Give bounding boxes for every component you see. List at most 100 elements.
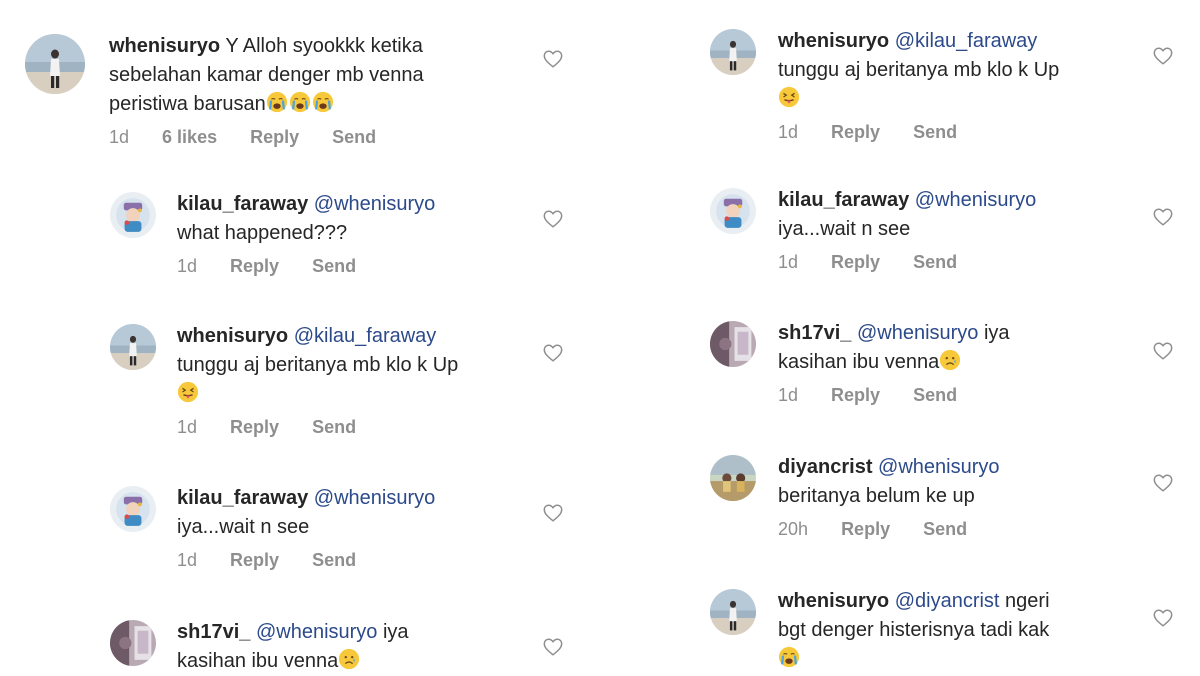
mention-link[interactable]: @diyancrist xyxy=(895,590,1000,612)
comment-meta: 1d Reply Send xyxy=(177,550,435,571)
reply-button[interactable]: Reply xyxy=(230,256,279,277)
crying-emoji-icon xyxy=(289,91,311,113)
avatar[interactable] xyxy=(710,321,756,367)
avatar[interactable] xyxy=(110,486,156,532)
comment-line: bgt denger histerisnya tadi kak xyxy=(778,619,1050,641)
username[interactable]: whenisuryo xyxy=(778,590,889,612)
comment-line: iya...wait n see xyxy=(778,218,911,240)
sad-emoji-icon xyxy=(939,349,961,371)
username[interactable]: whenisuryo xyxy=(177,325,288,347)
like-heart-icon[interactable] xyxy=(1152,472,1174,494)
comment-time: 1d xyxy=(778,385,799,405)
like-heart-icon[interactable] xyxy=(1152,340,1174,362)
comment-line: tunggu aj beritanya mb klo k Up xyxy=(177,354,459,376)
likes-count[interactable]: 6 likes xyxy=(162,127,217,148)
reply-button[interactable]: Reply xyxy=(831,122,880,143)
comments-column-right: whenisuryo @kilau_faraway tunggu aj beri… xyxy=(600,0,1200,675)
mention-link[interactable]: @whenisuryo xyxy=(314,487,435,509)
send-button[interactable]: Send xyxy=(312,417,356,438)
username[interactable]: sh17vi_ xyxy=(778,322,851,344)
comment-line: peristiwa barusan xyxy=(109,93,266,115)
comment-word: iya xyxy=(382,621,409,643)
comment-meta: 1d Reply Send xyxy=(177,417,458,438)
comment-word: iya xyxy=(983,322,1010,344)
avatar[interactable] xyxy=(25,34,85,94)
like-heart-icon[interactable] xyxy=(1152,607,1174,629)
comment-line: tunggu aj beritanya mb klo k Up xyxy=(778,59,1060,81)
reply-button[interactable]: Reply xyxy=(230,550,279,571)
comment-text: kilau_faraway @whenisuryo xyxy=(177,484,435,513)
comment-time: 1d xyxy=(778,122,799,142)
username[interactable]: whenisuryo xyxy=(778,30,889,52)
send-button[interactable]: Send xyxy=(913,385,957,406)
reply-button[interactable]: Reply xyxy=(841,519,890,540)
comment-meta: 1d Reply Send xyxy=(778,122,1059,143)
avatar[interactable] xyxy=(710,188,756,234)
avatar[interactable] xyxy=(710,589,756,635)
comment-line-with-emoji: kasihan ibu venna xyxy=(177,647,409,676)
comment-line: what happened??? xyxy=(177,222,348,244)
send-button[interactable]: Send xyxy=(312,550,356,571)
avatar[interactable] xyxy=(110,192,156,238)
comment-line-with-emoji: kasihan ibu venna xyxy=(778,348,1010,377)
mention-link[interactable]: @whenisuryo xyxy=(915,189,1036,211)
send-button[interactable]: Send xyxy=(913,122,957,143)
comment-time: 1d xyxy=(778,252,799,272)
username[interactable]: kilau_faraway xyxy=(778,189,909,211)
comment-text: sh17vi_ @whenisuryo iya xyxy=(778,319,1010,348)
like-heart-icon[interactable] xyxy=(1152,45,1174,67)
mention-link[interactable]: @whenisuryo xyxy=(857,322,978,344)
comment-text: kilau_faraway @whenisuryo xyxy=(778,186,1036,215)
comment-word: ngeri xyxy=(1005,590,1050,612)
reply-button[interactable]: Reply xyxy=(831,385,880,406)
reply-button[interactable]: Reply xyxy=(230,417,279,438)
comment-text: kilau_faraway @whenisuryo xyxy=(177,190,435,219)
comment-time: 1d xyxy=(109,127,130,147)
username[interactable]: kilau_faraway xyxy=(177,487,308,509)
username[interactable]: whenisuryo xyxy=(109,35,220,57)
mention-link[interactable]: @whenisuryo xyxy=(878,456,999,478)
username[interactable]: sh17vi_ xyxy=(177,621,250,643)
send-button[interactable]: Send xyxy=(913,252,957,273)
comment-meta: 1d 6 likes Reply Send xyxy=(109,127,424,148)
comment-text: diyancrist @whenisuryo xyxy=(778,453,1000,482)
comment-time: 1d xyxy=(177,550,198,570)
crying-emoji-icon xyxy=(312,91,334,113)
like-heart-icon[interactable] xyxy=(542,342,564,364)
comment-meta: 20h Reply Send xyxy=(778,519,1000,540)
send-button[interactable]: Send xyxy=(923,519,967,540)
comment-text: sh17vi_ @whenisuryo iya xyxy=(177,618,409,647)
avatar[interactable] xyxy=(710,29,756,75)
comment-line: beritanya belum ke up xyxy=(778,485,975,507)
avatar[interactable] xyxy=(110,620,156,666)
comment-line: Y Alloh syookkk ketika xyxy=(225,35,423,57)
username[interactable]: diyancrist xyxy=(778,456,872,478)
sad-emoji-icon xyxy=(338,648,360,670)
comment-meta: 1d Reply Send xyxy=(778,252,1036,273)
mention-link[interactable]: @whenisuryo xyxy=(314,193,435,215)
like-heart-icon[interactable] xyxy=(542,502,564,524)
send-button[interactable]: Send xyxy=(312,256,356,277)
avatar[interactable] xyxy=(110,324,156,370)
comment-line: kasihan ibu venna xyxy=(778,351,940,373)
comment-meta: 1d Reply Send xyxy=(177,256,435,277)
mention-link[interactable]: @kilau_faraway xyxy=(895,30,1038,52)
comment-line-with-emoji: peristiwa barusan xyxy=(109,90,424,119)
comment-text: whenisuryo @kilau_faraway xyxy=(778,27,1059,56)
comment-emoji-line xyxy=(778,85,1059,114)
reply-button[interactable]: Reply xyxy=(250,127,299,148)
reply-button[interactable]: Reply xyxy=(831,252,880,273)
like-heart-icon[interactable] xyxy=(1152,206,1174,228)
comment-emoji-line xyxy=(778,645,1050,674)
comment-time: 20h xyxy=(778,519,809,539)
send-button[interactable]: Send xyxy=(332,127,376,148)
comment-line: sebelahan kamar denger mb venna xyxy=(109,64,424,86)
like-heart-icon[interactable] xyxy=(542,636,564,658)
username[interactable]: kilau_faraway xyxy=(177,193,308,215)
mention-link[interactable]: @kilau_faraway xyxy=(294,325,437,347)
mention-link[interactable]: @whenisuryo xyxy=(256,621,377,643)
like-heart-icon[interactable] xyxy=(542,48,564,70)
like-heart-icon[interactable] xyxy=(542,208,564,230)
crying-emoji-icon xyxy=(778,646,800,668)
avatar[interactable] xyxy=(710,455,756,501)
